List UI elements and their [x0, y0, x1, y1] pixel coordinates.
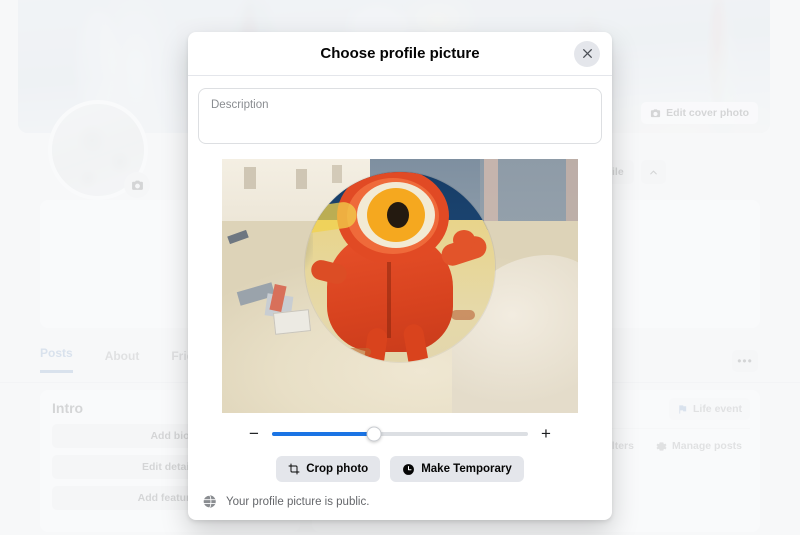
zoom-slider-thumb[interactable]	[366, 426, 382, 441]
zoom-in-button[interactable]: +	[540, 425, 552, 442]
photo-preview-stage[interactable]	[222, 159, 578, 413]
description-input[interactable]	[198, 88, 602, 144]
photo-shape-window-a	[244, 167, 256, 189]
photo-tools-row: Crop photo Make Temporary	[188, 442, 612, 494]
dialog-header: Choose profile picture	[188, 32, 612, 76]
privacy-notice-text: Your profile picture is public.	[226, 495, 370, 508]
crop-photo-button[interactable]: Crop photo	[276, 456, 381, 482]
zoom-slider-fill	[272, 431, 375, 436]
clock-icon	[402, 463, 415, 476]
crop-circle-content	[305, 172, 495, 362]
crop-icon	[288, 463, 300, 475]
crop-photo-label: Crop photo	[306, 463, 369, 475]
globe-icon	[202, 494, 217, 509]
dialog-body: − + Crop photo	[188, 76, 612, 520]
zoom-slider-row: − +	[188, 413, 612, 442]
close-icon[interactable]	[574, 40, 600, 67]
make-temporary-button[interactable]: Make Temporary	[390, 456, 524, 482]
description-field-wrap	[188, 76, 612, 149]
screen-root: Edit cover photo Add to story	[0, 0, 800, 535]
make-temporary-label: Make Temporary	[421, 463, 512, 475]
zoom-slider[interactable]	[272, 426, 528, 441]
privacy-notice: Your profile picture is public.	[188, 494, 612, 520]
zoom-out-button[interactable]: −	[248, 425, 260, 442]
choose-profile-picture-dialog: Choose profile picture Description − + C…	[188, 32, 612, 520]
crop-circle-selection[interactable]	[305, 172, 495, 362]
dialog-title: Choose profile picture	[320, 45, 480, 62]
